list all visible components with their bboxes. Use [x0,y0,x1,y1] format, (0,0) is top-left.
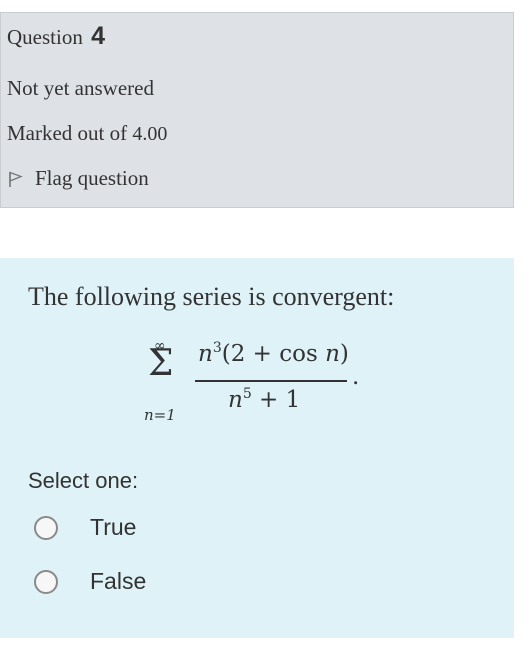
formula-period: . [352,364,360,390]
option-false[interactable]: False [34,568,146,595]
numerator-exponent: 3 [212,340,222,356]
flag-label: Flag question [35,166,149,190]
flag-question-button[interactable]: Flag question [7,166,149,191]
option-true[interactable]: True [34,514,136,541]
radio-true[interactable] [34,515,58,540]
denominator: n5 + 1 [228,386,300,413]
select-one-prompt: Select one: [28,468,139,493]
numerator-body: (2 + cos [221,341,326,367]
question-number: 4 [91,22,105,50]
grade-value: 4.00 [132,123,168,145]
flag-icon [9,171,23,187]
numerator-close: ) [339,341,349,367]
question-word: Question [7,25,83,49]
option-false-label[interactable]: False [90,568,146,595]
sigma-symbol: Σ [148,343,174,384]
radio-false[interactable] [34,569,58,594]
denominator-n: n [228,387,243,413]
option-true-label[interactable]: True [90,514,136,541]
numerator-n2: n [325,341,340,367]
denominator-exponent: 5 [242,386,252,402]
denominator-body: + 1 [251,387,301,413]
grade-prefix: Marked out of [7,121,128,145]
series-formula: ∞ Σ n=1 n3(2 + cos n) n5 + 1 . [140,338,380,438]
question-title: Question 4 [7,22,105,51]
numerator-n: n [198,341,213,367]
numerator: n3(2 + cos n) [198,340,349,367]
fraction-bar [195,380,347,382]
grade-info: Marked out of 4.00 [7,121,167,146]
question-text: The following series is convergent: [28,282,395,311]
lower-limit: n=1 [144,406,176,424]
answer-state: Not yet answered [7,76,154,100]
